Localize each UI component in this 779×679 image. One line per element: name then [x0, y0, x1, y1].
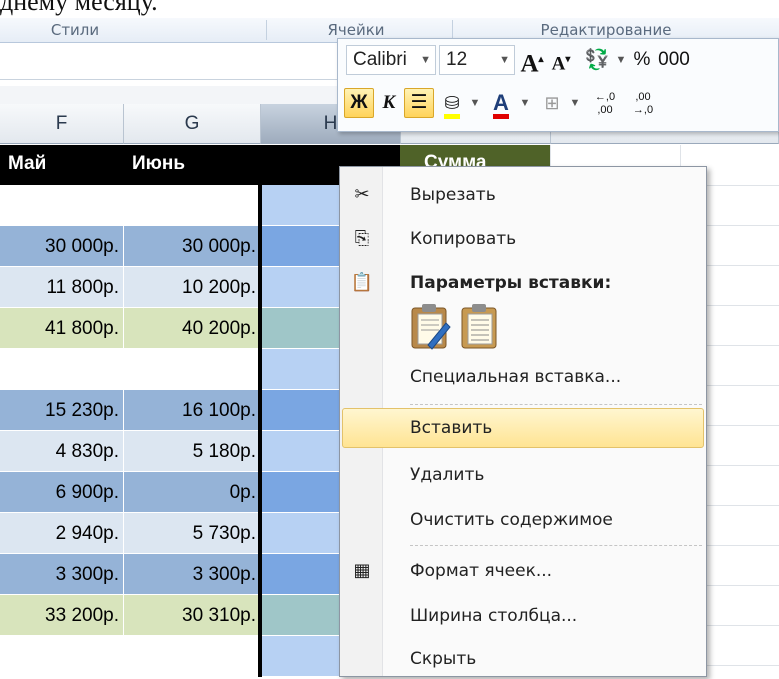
chevron-down-icon[interactable]: ▼ — [468, 88, 482, 118]
cell-june[interactable]: 5 730р. — [124, 513, 261, 554]
menu-item-label: Скрыть — [410, 649, 477, 669]
menu-item-copy[interactable]: ⎘ Копировать — [342, 219, 704, 259]
cell-may[interactable]: 33 200р. — [0, 595, 124, 636]
menu-item-insert[interactable]: Вставить — [342, 408, 704, 448]
cell-june[interactable]: 0р. — [124, 472, 261, 513]
paste-values-icon[interactable] — [458, 303, 502, 351]
menu-item-label: Ширина столбца... — [410, 606, 578, 626]
menu-item-hide[interactable]: Скрыть — [342, 639, 704, 679]
ribbon-group-styles[interactable]: Стили — [0, 18, 150, 42]
align-center-icon[interactable]: ☰ — [404, 88, 434, 118]
italic-button[interactable]: К — [377, 88, 401, 118]
column-header-g[interactable]: G — [124, 104, 261, 144]
column-header-f[interactable]: F — [0, 104, 124, 144]
cell-june[interactable]: 10 200р. — [124, 267, 261, 308]
chevron-down-icon[interactable]: ▼ — [499, 46, 510, 74]
menu-item-label: Параметры вставки: — [410, 273, 612, 293]
cell-may[interactable] — [0, 349, 124, 390]
cell-may[interactable]: 3 300р. — [0, 554, 124, 595]
menu-item-label: Очистить содержимое — [410, 510, 613, 530]
mini-toolbar: Calibri ▼ 12 ▼ A▴ A▾ 💱 ▼ % 000 Ж К ☰ ⛁ ▼… — [337, 38, 779, 132]
font-color-button[interactable]: A — [486, 88, 516, 119]
menu-item-format-cells[interactable]: ▦ Формат ячеек... — [342, 551, 704, 591]
font-name-combo[interactable]: Calibri ▼ — [346, 45, 436, 75]
fill-color-icon[interactable]: ⛁ — [437, 88, 467, 119]
paste-formatting-icon[interactable] — [408, 303, 452, 351]
cell-may[interactable]: 4 830р. — [0, 431, 124, 472]
menu-item-delete[interactable]: Удалить — [342, 455, 704, 495]
borders-icon[interactable]: ⊞ — [538, 88, 566, 118]
cell-may[interactable] — [0, 636, 124, 677]
percent-button[interactable]: % — [630, 45, 654, 75]
format-cells-icon: ▦ — [353, 560, 371, 581]
font-size-value: 12 — [446, 49, 468, 70]
chevron-down-icon[interactable]: ▼ — [420, 46, 431, 74]
increase-decimal-button[interactable]: ←,0 ,00 — [588, 88, 622, 118]
menu-item-cut[interactable]: ✂ Вырезать — [342, 175, 704, 215]
bold-button[interactable]: Ж — [344, 88, 374, 118]
menu-separator — [410, 404, 702, 405]
context-menu: ✂ Вырезать ⎘ Копировать 📋 Параметры вста… — [339, 166, 707, 677]
cell-june[interactable] — [124, 185, 261, 226]
scissors-icon: ✂ — [354, 184, 370, 205]
cell-june[interactable] — [124, 349, 261, 390]
menu-item-label: Специальная вставка... — [410, 367, 622, 387]
cell-june[interactable]: 5 180р. — [124, 431, 261, 472]
selection-border — [258, 145, 262, 677]
font-name-value: Calibri — [353, 49, 407, 70]
menu-item-paste-special[interactable]: Специальная вставка... — [342, 357, 704, 397]
clipboard-icon: 📋 — [350, 272, 374, 293]
cell-may[interactable]: 15 230р. — [0, 390, 124, 431]
cell-may[interactable]: 2 940р. — [0, 513, 124, 554]
menu-item-label: Удалить — [410, 465, 485, 485]
chevron-down-icon[interactable]: ▼ — [614, 45, 628, 75]
ribbon-separator — [452, 20, 453, 40]
menu-header-paste-options: 📋 Параметры вставки: — [342, 263, 704, 303]
cell-june[interactable]: 16 100р. — [124, 390, 261, 431]
menu-item-label: Вставить — [410, 418, 493, 438]
cell-june[interactable]: 40 200р. — [124, 308, 261, 349]
cell-may[interactable]: 30 000р. — [0, 226, 124, 267]
header-cell-june[interactable]: Июнь — [124, 145, 261, 185]
menu-item-label: Копировать — [410, 229, 517, 249]
menu-separator — [410, 545, 702, 546]
thousands-separator-button[interactable]: 000 — [656, 45, 692, 75]
menu-item-column-width[interactable]: Ширина столбца... — [342, 596, 704, 636]
cell-may[interactable]: 6 900р. — [0, 472, 124, 513]
cell-june[interactable] — [124, 636, 261, 677]
font-size-combo[interactable]: 12 ▼ — [439, 45, 515, 75]
cell-june[interactable]: 30 000р. — [124, 226, 261, 267]
ribbon-separator — [266, 20, 267, 40]
cell-may[interactable] — [0, 185, 124, 226]
copy-icon: ⎘ — [354, 228, 370, 249]
header-cell-may[interactable]: Май — [0, 145, 124, 185]
grow-font-button[interactable]: A▴ — [519, 45, 545, 77]
decrease-decimal-button[interactable]: ,00 →,0 — [626, 88, 660, 118]
accounting-format-icon[interactable]: 💱 — [582, 45, 612, 75]
chevron-down-icon[interactable]: ▼ — [518, 88, 532, 118]
shrink-font-button[interactable]: A▾ — [549, 45, 573, 75]
cell-june[interactable]: 3 300р. — [124, 554, 261, 595]
cell-may[interactable]: 11 800р. — [0, 267, 124, 308]
document-text-fragment: днему месяцу. — [0, 0, 158, 16]
cell-may[interactable]: 41 800р. — [0, 308, 124, 349]
menu-item-label: Формат ячеек... — [410, 561, 553, 581]
menu-item-label: Вырезать — [410, 185, 496, 205]
chevron-down-icon[interactable]: ▼ — [568, 88, 582, 118]
cell-june[interactable]: 30 310р. — [124, 595, 261, 636]
menu-item-clear-contents[interactable]: Очистить содержимое — [342, 500, 704, 540]
